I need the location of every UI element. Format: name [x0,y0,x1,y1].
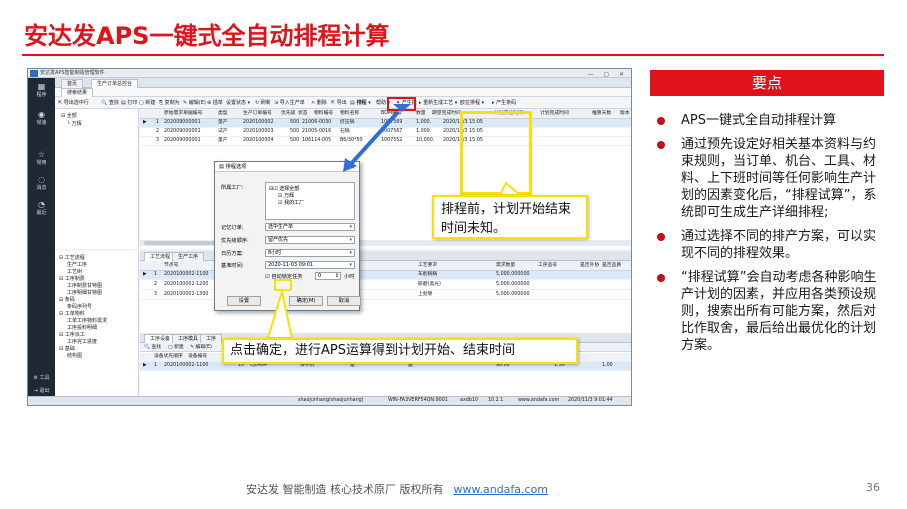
footer: 安达发 智能制造 核心技术原厂 版权所有 www.andafa.com [246,481,548,497]
after-schedule-callout: 点击确定，进行APS运算得到计划开始、结束时间 [222,338,578,364]
bullet-dot [657,274,665,282]
slide: 安达发APS一键式全自动排程计算 安达发APS智能制造管理软件 — ▢ ✕ ▦ 程… [0,0,907,509]
before-schedule-callout: 排程前，计划开始结束时间未知。 [432,195,588,239]
key-points-header: 要点 [650,70,884,96]
bullet-item: 通过选择不同的排产方案，可以实现不同的排程效果。 [654,228,886,262]
footer-link[interactable]: www.andafa.com [454,483,549,496]
bullet-dot [657,141,665,149]
bullet-dot [657,233,665,241]
page-number: 36 [866,481,880,494]
key-points-list: APS一键式全自动排程计算 通过预先设定好相关基本资料与约束规则，当订单、机台、… [654,112,886,361]
footer-text: 安达发 智能制造 核心技术原厂 版权所有 [246,483,444,496]
bullet-item: APS一键式全自动排程计算 [654,112,886,129]
bullet-item: 通过预先设定好相关基本资料与约束规则，当订单、机台、工具、材料、上下班时间等任何… [654,136,886,221]
bullet-dot [657,117,665,125]
bullet-item: “排程试算”会自动考虑各种影响生产计划的因素，并应用各类预设规则，搜索出所有可能… [654,269,886,354]
